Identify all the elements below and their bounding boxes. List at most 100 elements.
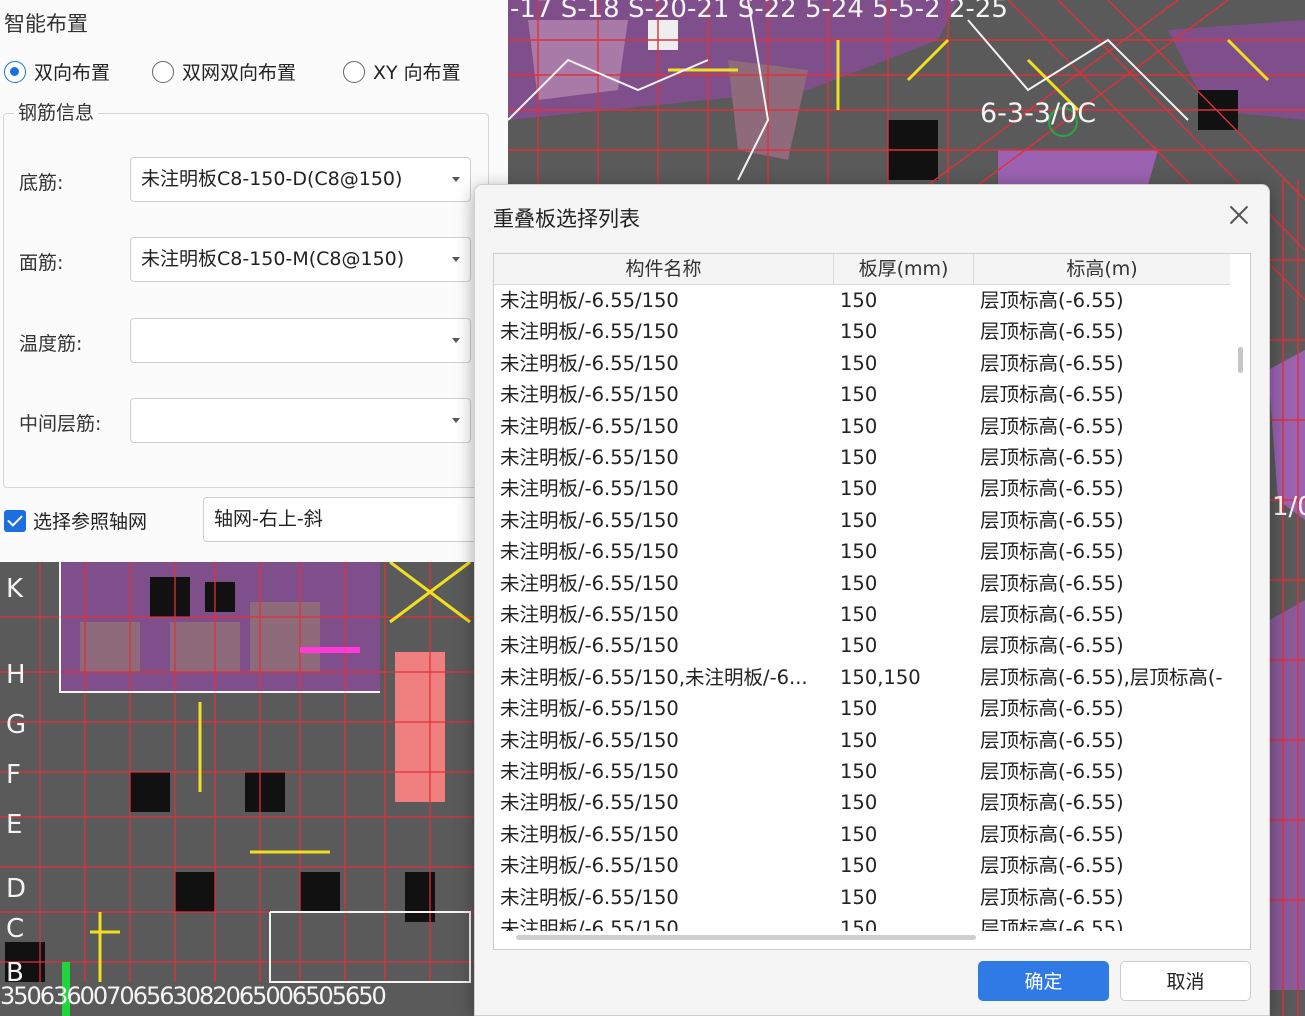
cell-thickness: 150 [840,885,878,909]
cell-thickness: 150 [840,446,878,469]
column-header-name[interactable]: 构件名称 [494,254,834,285]
table-row[interactable]: 未注明板/-6.55/150 150 层顶标高(-6.55) [494,411,1230,442]
radio-unchecked-icon[interactable] [343,60,365,83]
cad-label: 5-5-2 [872,0,941,24]
cell-name: 未注明板/-6.55/150 [500,571,679,595]
table-header: 构件名称 板厚(mm) 标高(m) [494,254,1230,285]
cell-thickness: 150 [840,477,878,501]
column-header-thickness[interactable]: 板厚(mm) [834,254,974,285]
checkbox-checked-icon[interactable] [4,509,26,532]
horizontal-scrollbar[interactable] [516,935,976,940]
table-row[interactable]: 未注明板/-6.55/150 150 层顶标高(-6.55) [494,505,1230,536]
table-row[interactable]: 未注明板/-6.55/150 150 层顶标高(-6.55) [494,568,1230,599]
column-header-elevation[interactable]: 标高(m) [974,254,1230,285]
cad-top-labels: -17 S-18 S-20-21 S-22 5-24 5-5-2 2-25 [510,0,1008,24]
radio-unchecked-icon[interactable] [152,60,174,83]
cad-label: S-18 [560,0,620,24]
bottom-rebar-label: 底筋: [19,172,64,194]
reference-grid-select[interactable]: 轴网-右上-斜 [203,497,503,542]
cell-thickness: 150 [840,697,878,721]
cad-bottom-dims: 35063600706563082065006505650 [0,982,387,1010]
top-rebar-select[interactable]: 未注明板C8-150-M(C8@150) [130,237,471,282]
cell-thickness: 150 [840,760,878,783]
vertical-scrollbar[interactable] [1238,347,1243,373]
middle-rebar-select[interactable] [130,398,471,443]
cad-right-label: 1/0 [1272,492,1305,522]
cell-thickness: 150 [840,728,878,752]
cell-elevation: 层顶标高(-6.55) [980,414,1124,438]
table-row[interactable]: 未注明板/-6.55/150,未注明板/-6... 150,150 层顶标高(-6.… [494,662,1230,693]
dropdown-arrow-icon[interactable] [452,338,460,343]
dropdown-arrow-icon[interactable] [452,177,460,182]
cad-annotation: 6-3-3/0C [980,98,1097,129]
cad-label: 2-25 [948,0,1008,24]
table-row[interactable]: 未注明板/-6.55/150 150 层顶标高(-6.55) [494,693,1230,724]
table-row[interactable]: 未注明板/-6.55/150 150 层顶标高(-6.55) [494,630,1230,661]
cell-elevation: 层顶标高(-6.55) [980,477,1124,501]
bottom-rebar-select[interactable]: 未注明板C8-150-D(C8@150) [130,157,471,202]
overlap-slab-dialog: 重叠板选择列表 构件名称 板厚(mm) 标高(m) 未注明板/-6.55/150… [474,184,1270,1016]
cell-elevation: 层顶标高(-6.55) [980,320,1124,344]
cell-elevation: 层顶标高(-6.55) [980,697,1124,721]
smart-layout-panel: 智能布置 双向布置 双网双向布置 XY 向布置 钢筋信息 底筋: 未注明板C8-… [0,0,508,562]
cell-elevation: 层顶标高(-6.55) [980,508,1124,532]
table-row[interactable]: 未注明板/-6.55/150 150 层顶标高(-6.55) [494,473,1230,504]
radio-double-mesh[interactable]: 双网双向布置 [152,58,296,85]
axis-label: G [6,710,27,740]
table-row[interactable]: 未注明板/-6.55/150 150 层顶标高(-6.55) [494,882,1230,913]
table-row[interactable]: 未注明板/-6.55/150 150 层顶标高(-6.55) [494,756,1230,787]
cad-label: S-20-21 [627,0,730,24]
table-row[interactable]: 未注明板/-6.55/150 150 层顶标高(-6.55) [494,850,1230,881]
cell-thickness: 150 [840,634,878,658]
radio-label: 双向布置 [34,62,111,84]
table-row[interactable]: 未注明板/-6.55/150 150 层顶标高(-6.55) [494,913,1230,931]
radio-bidirectional[interactable]: 双向布置 [4,58,110,85]
cad-label: -17 [510,0,553,24]
cell-thickness: 150 [840,383,878,407]
table-row[interactable]: 未注明板/-6.55/150 150 层顶标高(-6.55) [494,536,1230,567]
cell-elevation: 层顶标高(-6.55) [980,854,1124,878]
table-row[interactable]: 未注明板/-6.55/150 150 层顶标高(-6.55) [494,787,1230,818]
cell-elevation: 层顶标高(-6.55) [980,351,1124,375]
axis-label: F [6,760,21,790]
radio-checked-icon[interactable] [4,60,26,83]
cancel-button[interactable]: 取消 [1120,961,1251,1001]
checkbox-label: 选择参照轴网 [33,511,148,533]
table-row[interactable]: 未注明板/-6.55/150 150 层顶标高(-6.55) [494,379,1230,410]
table-row[interactable]: 未注明板/-6.55/150 150 层顶标高(-6.55) [494,316,1230,347]
cell-elevation: 层顶标高(-6.55) [980,446,1124,469]
cell-elevation: 层顶标高(-6.55) [980,885,1124,909]
cell-name: 未注明板/-6.55/150 [500,760,679,783]
table-row[interactable]: 未注明板/-6.55/150 150 层顶标高(-6.55) [494,819,1230,850]
cell-elevation: 层顶标高(-6.55) [980,634,1124,658]
radio-xy[interactable]: XY 向布置 [343,58,461,85]
dropdown-arrow-icon[interactable] [452,257,460,262]
dropdown-arrow-icon[interactable] [452,418,460,423]
cell-elevation: 层顶标高(-6.55) [980,603,1124,626]
cell-thickness: 150 [840,414,878,438]
table-row[interactable]: 未注明板/-6.55/150 150 层顶标高(-6.55) [494,285,1230,316]
table-row[interactable]: 未注明板/-6.55/150 150 层顶标高(-6.55) [494,442,1230,473]
table-row[interactable]: 未注明板/-6.55/150 150 层顶标高(-6.55) [494,599,1230,630]
middle-rebar-label: 中间层筋: [19,413,102,435]
cell-thickness: 150 [840,508,878,532]
cell-name: 未注明板/-6.55/150 [500,603,679,626]
cell-elevation: 层顶标高(-6.55) [980,917,1124,931]
cell-name: 未注明板/-6.55/150 [500,634,679,658]
close-icon[interactable] [1227,203,1251,227]
axis-label: H [6,660,26,690]
cell-thickness: 150 [840,791,878,815]
cell-elevation: 层顶标高(-6.55),层顶标高(- [980,665,1223,689]
top-rebar-label: 面筋: [19,252,64,274]
slab-table[interactable]: 构件名称 板厚(mm) 标高(m) 未注明板/-6.55/150 150 层顶标高(… [493,253,1251,950]
ok-button[interactable]: 确定 [978,961,1109,1001]
axis-label: E [6,810,23,840]
cell-thickness: 150 [840,289,878,312]
reference-grid-checkbox[interactable]: 选择参照轴网 [4,507,147,534]
temperature-rebar-select[interactable] [130,318,471,363]
table-row[interactable]: 未注明板/-6.55/150 150 层顶标高(-6.55) [494,348,1230,379]
cell-name: 未注明板/-6.55/150 [500,446,679,469]
cad-canvas-secondary[interactable]: K H G F E D C B 350636007065630820650065… [0,562,474,1016]
table-row[interactable]: 未注明板/-6.55/150 150 层顶标高(-6.55) [494,725,1230,756]
radio-label: XY 向布置 [373,62,461,84]
